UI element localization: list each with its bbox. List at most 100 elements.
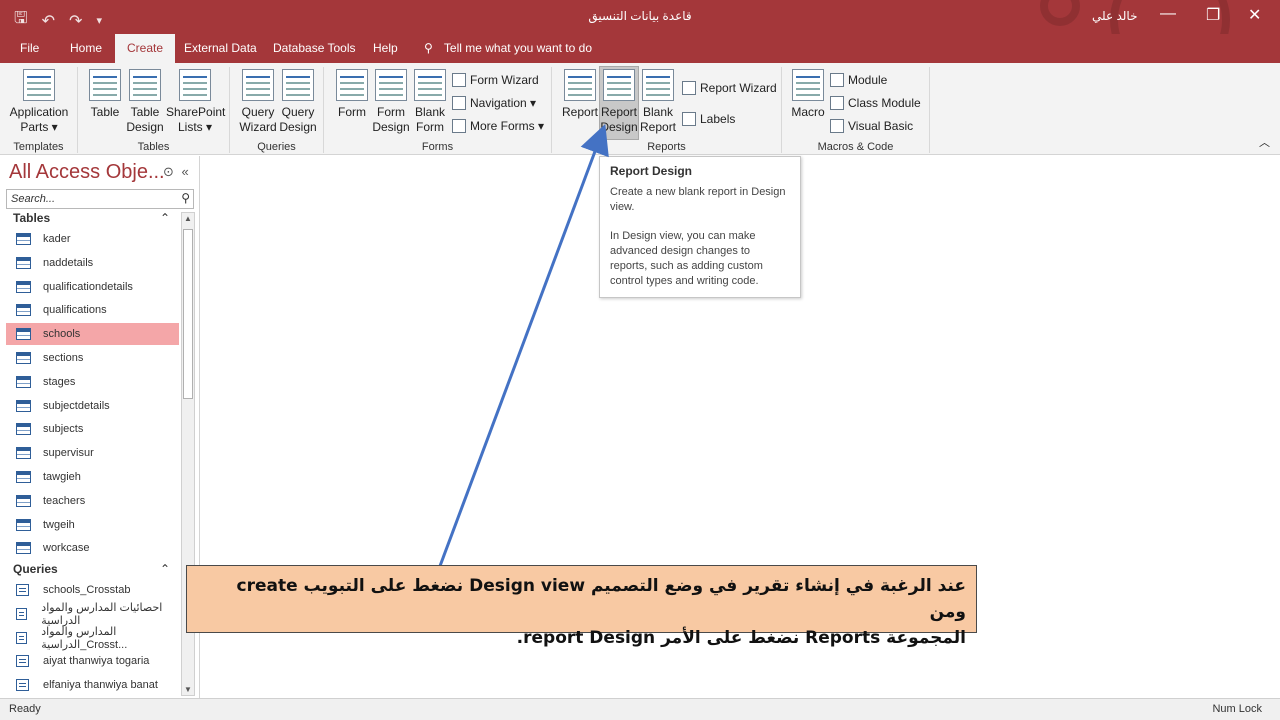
form-icon [336, 69, 368, 101]
nav-search-placeholder: Search... [11, 193, 56, 205]
module-icon [830, 73, 844, 87]
minimize-button[interactable]: — [1160, 5, 1176, 23]
table-design-button[interactable]: Table Design [126, 69, 164, 135]
form-wizard-icon [452, 73, 466, 87]
tab-create[interactable]: Create [115, 34, 176, 63]
query-row[interactable]: schools_Crosstab [6, 579, 179, 601]
query-design-icon [282, 69, 314, 101]
macro-button[interactable]: Macro [790, 69, 826, 120]
report-design-button[interactable]: Report Design [599, 66, 639, 140]
table-row[interactable]: qualificationdetails [6, 276, 179, 298]
table-row-label: qualificationdetails [43, 280, 133, 293]
visual-basic-label: Visual Basic [848, 119, 914, 133]
blank-form-button[interactable]: Blank Form [412, 69, 448, 135]
query-wizard-icon [242, 69, 274, 101]
query-row-label: schools_Crosstab [43, 584, 131, 596]
tab-external-data[interactable]: External Data [172, 34, 269, 63]
table-row-label: teachers [43, 494, 86, 507]
table-row[interactable]: supervisur [6, 442, 179, 464]
tab-home[interactable]: Home [58, 34, 114, 63]
search-icon[interactable]: ⚲ [181, 191, 190, 205]
table-row[interactable]: stages [6, 371, 179, 393]
collapse-ribbon-icon[interactable]: ︿ [1259, 134, 1270, 150]
annotation-callout: عند الرغبة في إنشاء تقرير في وضع التصميم… [186, 565, 977, 648]
table-row[interactable]: schools [6, 323, 179, 346]
labels-button[interactable]: Labels [682, 112, 735, 126]
shutter-bar-icon[interactable]: « [182, 164, 189, 179]
navigation-button[interactable]: Navigation ▾ [452, 96, 536, 110]
table-row-label: subjects [43, 423, 84, 436]
application-parts-button[interactable]: Application Parts ▾ [6, 69, 72, 135]
tell-me-text: Tell me what you want to do [443, 41, 592, 55]
tab-database-tools[interactable]: Database Tools [261, 34, 368, 63]
query-icon [16, 679, 29, 692]
nav-pane-title[interactable]: All Access Obje... [9, 161, 165, 184]
table-row[interactable]: qualifications [6, 299, 179, 321]
visual-basic-button[interactable]: Visual Basic [830, 119, 913, 133]
close-button[interactable]: ✕ [1248, 5, 1261, 25]
query-design-button[interactable]: Query Design [278, 69, 318, 135]
table-row[interactable]: twgeih [6, 514, 179, 536]
group-templates: Application Parts ▾ Templates [0, 67, 78, 153]
query-wizard-button[interactable]: Query Wizard [238, 69, 278, 135]
report-design-tooltip: Report Design Create a new blank report … [599, 156, 801, 298]
group-queries: Query Wizard Query Design Queries [230, 67, 324, 153]
table-button[interactable]: Table [86, 69, 124, 120]
collapse-chevron-icon[interactable]: ⌃ [160, 562, 170, 576]
table-label: Table [90, 105, 120, 119]
table-row[interactable]: workcase [6, 537, 179, 559]
tell-me-box[interactable]: ⚲ Tell me what you want to do [424, 41, 592, 55]
table-row-label: subjectdetails [43, 399, 110, 412]
scroll-up-arrow-icon[interactable]: ▲ [182, 214, 194, 223]
table-icon [16, 304, 31, 317]
form-wizard-label: Form Wizard [470, 73, 539, 87]
table-row[interactable]: teachers [6, 490, 179, 512]
table-row-label: schools [43, 328, 81, 341]
restore-button[interactable]: ❐ [1206, 5, 1220, 25]
application-parts-label: Application Parts ▾ [9, 105, 69, 134]
table-row[interactable]: subjectdetails [6, 395, 179, 417]
macro-label: Macro [791, 105, 825, 119]
scroll-down-arrow-icon[interactable]: ▼ [182, 685, 194, 694]
table-row[interactable]: kader [6, 228, 179, 250]
visual-basic-icon [830, 119, 844, 133]
collapse-chevron-icon[interactable]: ⌃ [160, 211, 170, 225]
sharepoint-lists-button[interactable]: SharePoint Lists ▾ [166, 69, 225, 135]
nav-search-input[interactable]: Search... ⚲ [6, 189, 194, 209]
tables-section-header[interactable]: Tables ⌃ [13, 211, 170, 225]
table-row[interactable]: tawgieh [6, 466, 179, 488]
report-wizard-button[interactable]: Report Wizard [682, 81, 777, 95]
query-row[interactable]: احصائيات المدارس والمواد الدراسية [6, 602, 179, 627]
form-design-label: Form Design [372, 105, 410, 134]
query-row-label: elfaniya thanwiya banat [43, 679, 158, 692]
table-row[interactable]: naddetails [6, 252, 179, 274]
tab-file[interactable]: File [8, 34, 51, 63]
navigation-label: Navigation ▾ [470, 96, 537, 110]
scrollbar-thumb[interactable] [183, 229, 193, 399]
tab-help[interactable]: Help [361, 34, 410, 63]
nav-menu-icon[interactable]: ⊙ [163, 164, 174, 179]
group-macros: Macro Module Class Module Visual Basic M… [782, 67, 930, 153]
tooltip-line-2: In Design view, you can make advanced de… [610, 230, 763, 287]
table-row[interactable]: sections [6, 347, 179, 369]
query-row[interactable]: aiyat thanwiya togaria [6, 650, 179, 672]
group-label-forms: Forms [421, 141, 454, 153]
more-forms-button[interactable]: More Forms ▾ [452, 119, 544, 133]
form-design-icon [375, 69, 407, 101]
query-row[interactable]: elfaniya thanwiya banat [6, 674, 179, 696]
user-name[interactable]: خالد علي [1092, 9, 1138, 23]
blank-report-button[interactable]: Blank Report [640, 69, 676, 135]
form-button[interactable]: Form [334, 69, 370, 120]
table-row-label: sections [43, 352, 84, 364]
class-module-button[interactable]: Class Module [830, 96, 921, 110]
table-icon [16, 256, 31, 269]
form-wizard-button[interactable]: Form Wizard [452, 73, 539, 87]
table-row-label: stages [43, 375, 76, 388]
table-icon [16, 328, 31, 341]
report-button[interactable]: Report [562, 69, 598, 120]
query-row[interactable]: المدارس والمواد الدراسية_Crosst... [6, 626, 179, 651]
form-design-button[interactable]: Form Design [372, 69, 410, 135]
queries-section-header[interactable]: Queries ⌃ [13, 562, 170, 576]
module-button[interactable]: Module [830, 73, 887, 87]
table-row[interactable]: subjects [6, 418, 179, 440]
